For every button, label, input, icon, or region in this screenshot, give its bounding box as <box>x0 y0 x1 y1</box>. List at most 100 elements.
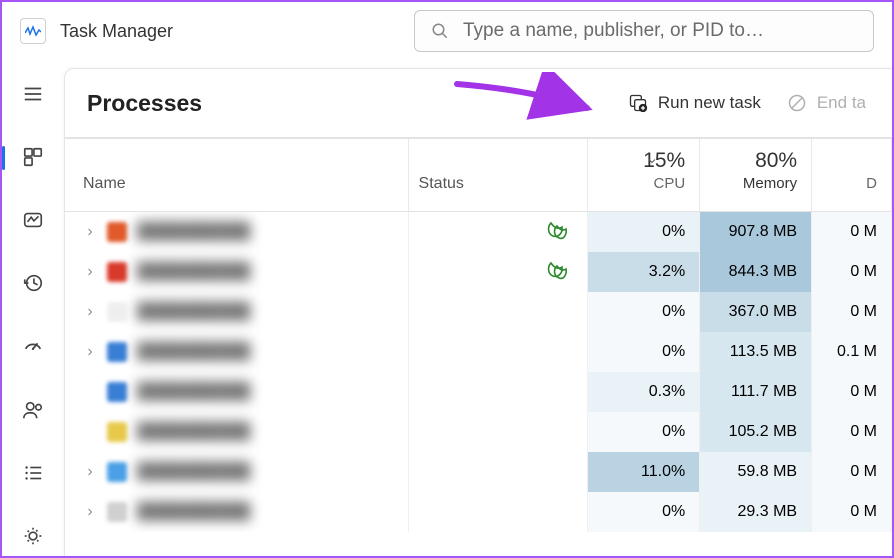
expand-icon[interactable] <box>83 465 97 479</box>
process-memory-cell: 844.3 MB <box>700 252 812 292</box>
process-disk-cell: 0 M <box>812 412 892 452</box>
process-name-cell: ██████████ <box>65 452 409 492</box>
process-disk-cell: 0 M <box>812 492 892 532</box>
expand-icon[interactable] <box>83 305 97 319</box>
nav-processes[interactable] <box>12 137 54 176</box>
process-disk-cell: 0 M <box>812 372 892 412</box>
search-input[interactable]: Type a name, publisher, or PID to… <box>414 10 874 52</box>
run-new-task-button[interactable]: Run new task <box>624 87 765 119</box>
process-label: ██████████ <box>137 383 408 401</box>
process-cpu-cell: 11.0% <box>588 452 700 492</box>
process-row[interactable]: ██████████ 0%907.8 MB0 M <box>65 212 892 252</box>
app-title: Task Manager <box>60 21 173 42</box>
process-disk-cell: 0 M <box>812 292 892 332</box>
process-icon <box>107 462 127 482</box>
process-row[interactable]: ██████████ 0%113.5 MB0.1 M <box>65 332 892 372</box>
expand-icon[interactable] <box>83 505 97 519</box>
process-status-cell <box>409 372 589 412</box>
title-bar: Task Manager Type a name, publisher, or … <box>2 2 892 60</box>
expand-icon[interactable] <box>83 265 97 279</box>
column-headers: Name Status 15% CPU 80% Memory D <box>65 139 892 212</box>
process-cpu-cell: 0% <box>588 332 700 372</box>
process-cpu-cell: 3.2% <box>588 252 700 292</box>
nav-performance[interactable] <box>12 201 54 240</box>
process-memory-cell: 59.8 MB <box>700 452 812 492</box>
process-label: ██████████ <box>137 263 408 281</box>
column-name[interactable]: Name <box>65 139 409 211</box>
expand-icon[interactable] <box>83 385 97 399</box>
process-icon <box>107 262 127 282</box>
expand-icon[interactable] <box>83 345 97 359</box>
nav-details[interactable] <box>12 454 54 493</box>
process-list: ██████████0%907.8 MB0 M██████████3.2%844… <box>65 212 892 532</box>
search-icon <box>431 22 449 40</box>
process-label: ██████████ <box>137 463 408 481</box>
process-cpu-cell: 0% <box>588 212 700 252</box>
process-disk-cell: 0.1 M <box>812 332 892 372</box>
process-memory-cell: 111.7 MB <box>700 372 812 412</box>
run-task-icon <box>628 93 648 113</box>
search-placeholder: Type a name, publisher, or PID to… <box>463 20 764 42</box>
main-panel: Processes Run new task End ta Name Statu… <box>64 68 892 556</box>
process-label: ██████████ <box>137 223 408 241</box>
process-memory-cell: 907.8 MB <box>700 212 812 252</box>
process-disk-cell: 0 M <box>812 452 892 492</box>
process-label: ██████████ <box>137 303 408 321</box>
process-icon <box>107 422 127 442</box>
column-cpu[interactable]: 15% CPU <box>588 139 700 211</box>
process-name-cell: ██████████ <box>65 372 409 412</box>
process-status-cell <box>409 412 589 452</box>
process-cpu-cell: 0.3% <box>588 372 700 412</box>
process-row[interactable]: ██████████ 0%105.2 MB0 M <box>65 412 892 452</box>
process-name-cell: ██████████ <box>65 252 409 292</box>
process-label: ██████████ <box>137 423 408 441</box>
chevron-down-icon <box>646 155 658 167</box>
column-disk[interactable]: D <box>812 139 892 211</box>
process-cpu-cell: 0% <box>588 492 700 532</box>
process-cpu-cell: 0% <box>588 292 700 332</box>
expand-icon[interactable] <box>83 425 97 439</box>
nav-history[interactable] <box>12 264 54 303</box>
process-row[interactable]: ██████████ 0.3%111.7 MB0 M <box>65 372 892 412</box>
nav-users[interactable] <box>12 390 54 429</box>
process-status-cell <box>409 492 589 532</box>
process-label: ██████████ <box>137 503 408 521</box>
process-name-cell: ██████████ <box>65 212 409 252</box>
process-status-cell <box>409 292 589 332</box>
column-status[interactable]: Status <box>409 139 589 211</box>
process-memory-cell: 29.3 MB <box>700 492 812 532</box>
process-cpu-cell: 0% <box>588 412 700 452</box>
process-icon <box>107 382 127 402</box>
process-icon <box>107 302 127 322</box>
column-memory[interactable]: 80% Memory <box>700 139 812 211</box>
nav-startup[interactable] <box>12 327 54 366</box>
process-memory-cell: 105.2 MB <box>700 412 812 452</box>
expand-icon[interactable] <box>83 225 97 239</box>
process-name-cell: ██████████ <box>65 332 409 372</box>
process-status-cell <box>409 212 589 252</box>
end-task-icon <box>787 93 807 113</box>
process-row[interactable]: ██████████ 3.2%844.3 MB0 M <box>65 252 892 292</box>
process-row[interactable]: ██████████ 11.0%59.8 MB0 M <box>65 452 892 492</box>
process-label: ██████████ <box>137 343 408 361</box>
process-status-cell <box>409 252 589 292</box>
process-status-cell <box>409 452 589 492</box>
hamburger-menu[interactable] <box>12 74 54 113</box>
process-memory-cell: 367.0 MB <box>700 292 812 332</box>
process-memory-cell: 113.5 MB <box>700 332 812 372</box>
nav-services[interactable] <box>12 517 54 556</box>
process-icon <box>107 502 127 522</box>
process-status-cell <box>409 332 589 372</box>
leaf-icon <box>545 260 569 285</box>
process-disk-cell: 0 M <box>812 212 892 252</box>
process-row[interactable]: ██████████ 0%29.3 MB0 M <box>65 492 892 532</box>
app-icon <box>20 18 46 44</box>
leaf-icon <box>545 220 569 245</box>
sidebar <box>2 60 64 556</box>
page-header: Processes Run new task End ta <box>65 69 892 139</box>
process-row[interactable]: ██████████ 0%367.0 MB0 M <box>65 292 892 332</box>
process-disk-cell: 0 M <box>812 252 892 292</box>
process-icon <box>107 222 127 242</box>
end-task-button[interactable]: End ta <box>783 87 870 119</box>
process-name-cell: ██████████ <box>65 412 409 452</box>
